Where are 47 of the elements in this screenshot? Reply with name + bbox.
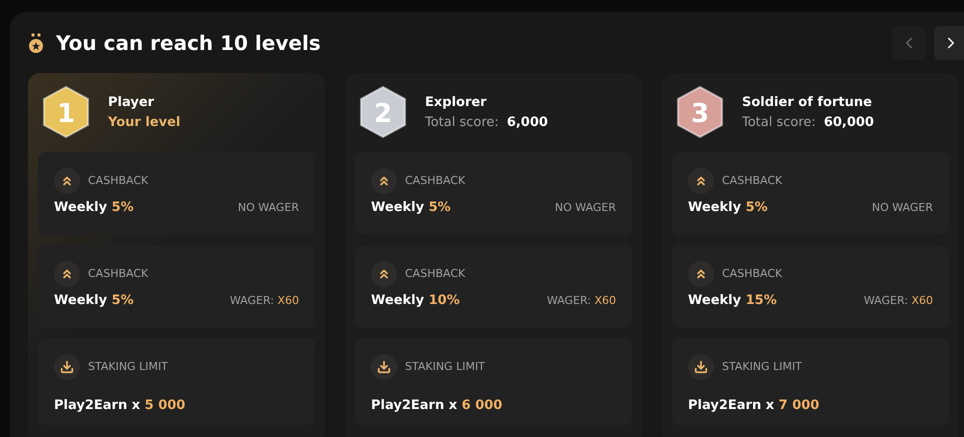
perk-label: CASHBACK [405,266,466,282]
current-level-label: Your level [108,114,180,132]
perk-value: Weekly 5% [54,292,134,310]
download-icon [688,354,714,380]
perk-value: Weekly 15% [688,292,777,310]
double-chevron-up-icon [371,261,397,287]
wager-condition: WAGER: X60 [230,292,299,308]
double-chevron-up-icon [688,168,714,194]
wager-condition: WAGER: X60 [546,292,616,308]
wager-condition: NO WAGER [238,200,299,216]
previous-button[interactable] [892,26,926,60]
level-name: Explorer [425,94,488,112]
level-name: Player [108,94,156,112]
double-chevron-up-icon [371,168,397,194]
perk-label: STAKING LIMIT [722,358,802,375]
perk-value: Play2Earn x 6 000 [371,397,502,415]
wager-condition: NO WAGER [872,200,933,216]
score-value: 60,000 [824,114,874,132]
perk-label: CASHBACK [722,266,782,282]
panel-title: You can reach 10 levels [56,30,321,57]
perk-value: Play2Earn x 7 000 [688,397,820,415]
level-badge-icon: 3 [674,84,726,140]
level-badge-icon: 1 [40,84,92,140]
level-name: Soldier of fortune [742,94,873,112]
download-icon [54,354,80,380]
score-label: Total score: [742,114,816,132]
download-icon [371,354,397,380]
perk-value: Weekly 5% [54,199,134,217]
perk-value: Weekly 10% [371,292,460,310]
perk-value: Weekly 5% [371,199,451,217]
score-value: 6,000 [506,114,548,132]
wager-condition: WAGER: X60 [864,292,933,308]
score-label: Total score: [425,114,499,132]
perk-label: CASHBACK [88,172,148,189]
perk-value: Play2Earn x 5 000 [54,397,186,415]
perk-label: CASHBACK [722,172,782,189]
double-chevron-up-icon [688,261,714,287]
double-chevron-up-icon [54,168,80,194]
next-button[interactable] [934,26,964,60]
perk-value: Weekly 5% [688,199,768,217]
double-chevron-up-icon [54,261,80,287]
perk-label: STAKING LIMIT [88,358,168,375]
perk-label: CASHBACK [405,172,466,189]
wager-condition: NO WAGER [554,200,616,216]
perk-label: CASHBACK [88,266,148,282]
perk-label: STAKING LIMIT [405,358,485,375]
medal-icon [28,32,44,54]
